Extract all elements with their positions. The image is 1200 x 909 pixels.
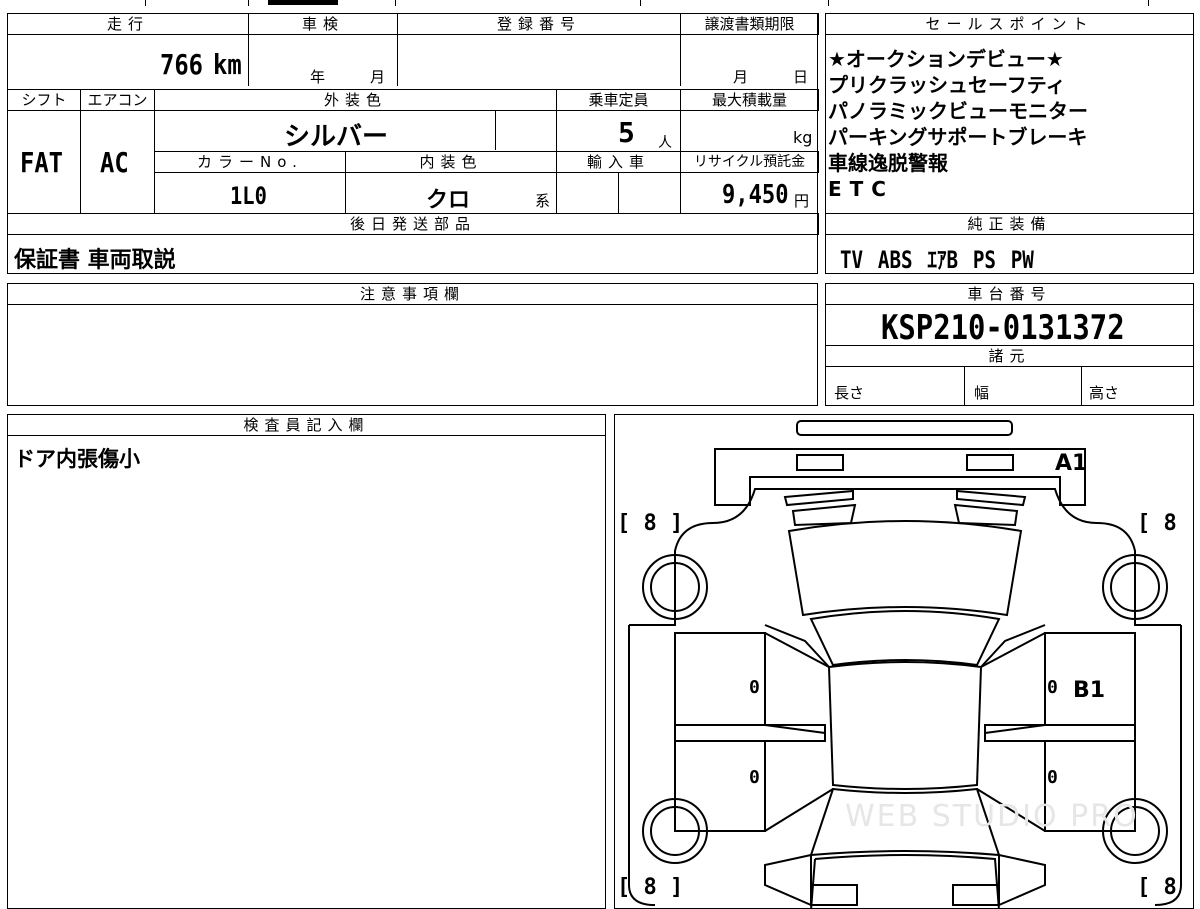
color-no-value: 1L0 bbox=[230, 182, 267, 210]
transfer-header: 譲渡書類期限 bbox=[680, 13, 819, 35]
vehicle-info-table: 走行 車検 登録番号 譲渡書類期限 766 km 年 月 月 日 シフト エアコ… bbox=[7, 13, 819, 274]
width-label: 幅 bbox=[974, 384, 990, 402]
transfer-month-unit: 月 bbox=[733, 68, 749, 86]
mark-zero: 0 bbox=[749, 767, 760, 788]
notes-header: 注意事項欄 bbox=[7, 283, 818, 305]
mark-zero: 0 bbox=[1047, 767, 1058, 788]
mark-tire-front-left: [ 8 ] bbox=[617, 511, 684, 536]
hood-shape bbox=[787, 520, 1023, 617]
right-sill-shape bbox=[984, 724, 1136, 742]
sales-point: プリクラッシュセーフティ bbox=[828, 73, 1066, 97]
exterior-header: 外装色 bbox=[154, 89, 557, 111]
mark-tire-rear-right: [ 8 ] bbox=[1137, 875, 1193, 900]
front-bumper-shape bbox=[796, 420, 1013, 436]
wiper-left-shape bbox=[783, 489, 854, 507]
chassis-number: KSP210-0131372 bbox=[881, 308, 1125, 348]
sales-point: パノラミックビューモニター bbox=[828, 99, 1088, 123]
headlight-right-shape bbox=[966, 454, 1014, 471]
sales-point: パーキングサポートブレーキ bbox=[828, 125, 1088, 149]
import-header: 輸入車 bbox=[556, 151, 681, 173]
chassis-box: 車台番号 KSP210-0131372 諸元 長さ 幅 高さ bbox=[825, 283, 1194, 406]
equipment-header: 純正装備 bbox=[825, 213, 1194, 235]
taillight-right-shape bbox=[952, 884, 1000, 906]
sales-point: 車線逸脱警報 bbox=[828, 151, 948, 175]
windshield-shape bbox=[809, 610, 1001, 667]
capacity-value: 5 bbox=[618, 116, 635, 149]
sales-points-box: セールスポイント ★オークションデビュー★ プリクラッシュセーフティ パノラミッ… bbox=[825, 13, 1194, 274]
height-label: 高さ bbox=[1089, 384, 1120, 402]
headlight-left-shape bbox=[796, 454, 844, 471]
watermark: WEB STUDIO PRO bbox=[845, 799, 1139, 834]
equipment-value: TV ABS ｴｱB PS PW bbox=[840, 246, 1034, 274]
maxload-unit: kg bbox=[793, 128, 813, 147]
wiper-left-lower-shape bbox=[791, 503, 857, 527]
mark-tire-front-right: [ 8 ] bbox=[1137, 511, 1193, 536]
left-rear-quarter-shape bbox=[764, 853, 812, 907]
shift-value: FAT bbox=[20, 146, 63, 179]
mark-tire-rear-left: [ 8 ] bbox=[617, 875, 684, 900]
interior-unit: 系 bbox=[535, 192, 551, 210]
mark-a1: A1 bbox=[1055, 451, 1088, 476]
capacity-header: 乗車定員 bbox=[556, 89, 681, 111]
transfer-day-unit: 日 bbox=[793, 68, 809, 86]
right-rear-quarter-shape bbox=[998, 853, 1046, 907]
capacity-unit: 人 bbox=[658, 135, 672, 151]
sales-points-header: セールスポイント bbox=[825, 13, 1194, 35]
sales-point: ★オークションデビュー★ bbox=[828, 47, 1064, 71]
recycle-unit: 円 bbox=[794, 192, 810, 210]
chassis-header: 車台番号 bbox=[825, 283, 1194, 305]
inspection-month-unit: 月 bbox=[370, 68, 386, 86]
upper-body-shape bbox=[674, 488, 1136, 570]
trunk-shape bbox=[810, 854, 1000, 908]
front-fascia-shape bbox=[714, 448, 1086, 506]
inspector-box: 検査員記入欄 ドア内張傷小 bbox=[7, 414, 606, 909]
sales-point: ETC bbox=[828, 177, 894, 201]
mileage-header: 走行 bbox=[7, 13, 249, 35]
car-diagram-box: A1 B1 [ 8 ] [ 8 ] [ 8 ] [ 8 ] 0 0 0 0 WE… bbox=[614, 414, 1194, 909]
shift-header: シフト bbox=[7, 89, 81, 111]
right-a-pillar-shape bbox=[980, 624, 1046, 668]
roof-shape bbox=[827, 661, 983, 790]
recycle-header: リサイクル預託金 bbox=[680, 151, 819, 173]
aircon-value: AC bbox=[100, 146, 129, 179]
inspector-header: 検査員記入欄 bbox=[7, 414, 606, 436]
spec-header: 諸元 bbox=[825, 345, 1194, 367]
later-parts-value: 保証書 車両取説 bbox=[14, 248, 176, 273]
car-diagram bbox=[628, 420, 1182, 908]
notes-box: 注意事項欄 bbox=[7, 283, 818, 406]
interior-value: クロ bbox=[426, 188, 471, 213]
mark-zero: 0 bbox=[749, 677, 760, 698]
mark-zero: 0 bbox=[1047, 677, 1058, 698]
maxload-header: 最大積載量 bbox=[680, 89, 819, 111]
recycle-value: 9,450 bbox=[722, 180, 789, 210]
inspector-comment: ドア内張傷小 bbox=[14, 447, 140, 471]
length-label: 長さ bbox=[834, 384, 865, 402]
top-remnant bbox=[0, 0, 1200, 8]
aircon-header: エアコン bbox=[80, 89, 155, 111]
interior-header: 内装色 bbox=[345, 151, 557, 173]
left-sill-shape bbox=[674, 724, 826, 742]
exterior-value: シルバー bbox=[284, 122, 389, 152]
mileage-unit: km bbox=[213, 48, 242, 81]
left-door-lines-shape bbox=[764, 632, 834, 832]
later-parts-header: 後日発送部品 bbox=[7, 213, 819, 235]
wiper-right-lower-shape bbox=[953, 503, 1019, 527]
color-no-header: カラーNo. bbox=[154, 151, 346, 173]
inspection-header: 車検 bbox=[248, 13, 398, 35]
inspection-year-unit: 年 bbox=[310, 68, 326, 86]
taillight-left-shape bbox=[810, 884, 858, 906]
mileage-value: 766 bbox=[160, 48, 203, 81]
left-a-pillar-shape bbox=[764, 624, 830, 668]
wiper-right-shape bbox=[956, 489, 1027, 507]
mark-b1: B1 bbox=[1073, 678, 1106, 703]
registration-header: 登録番号 bbox=[397, 13, 681, 35]
sales-points-list: ★オークションデビュー★ プリクラッシュセーフティ パノラミックビューモニター … bbox=[828, 46, 1188, 202]
